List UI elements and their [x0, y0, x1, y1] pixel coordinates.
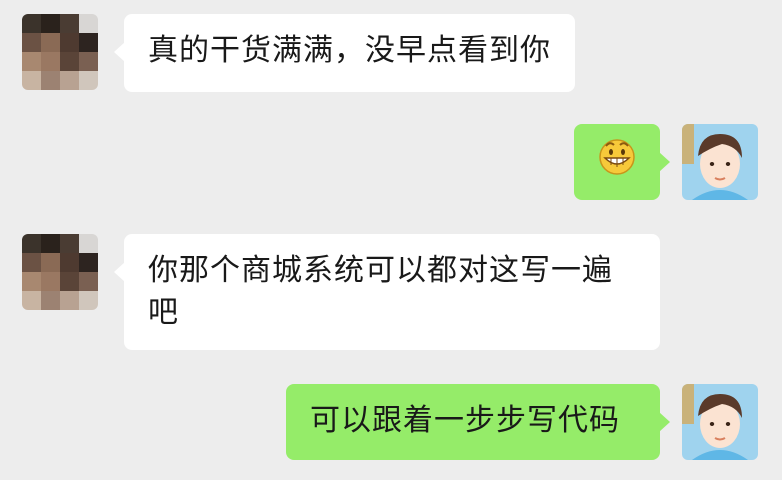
message-text: 你那个商城系统可以都对这写一遍吧 [148, 253, 613, 330]
message-bubble-incoming[interactable]: 真的干货满满，没早点看到你 [114, 14, 575, 92]
message-bubble-incoming[interactable]: 你那个商城系统可以都对这写一遍吧 [114, 234, 660, 350]
contact-avatar[interactable] [22, 14, 98, 90]
contact-avatar[interactable] [22, 234, 98, 310]
message-text: 可以跟着一步步写代码 [310, 403, 620, 438]
message-text: 真的干货满满，没早点看到你 [148, 33, 551, 68]
self-avatar[interactable] [682, 384, 758, 460]
grinning-face-emoji-icon [597, 136, 637, 188]
message-bubble-outgoing[interactable]: 可以跟着一步步写代码 [286, 384, 670, 460]
self-avatar[interactable] [682, 124, 758, 200]
message-bubble-outgoing[interactable] [574, 124, 670, 200]
